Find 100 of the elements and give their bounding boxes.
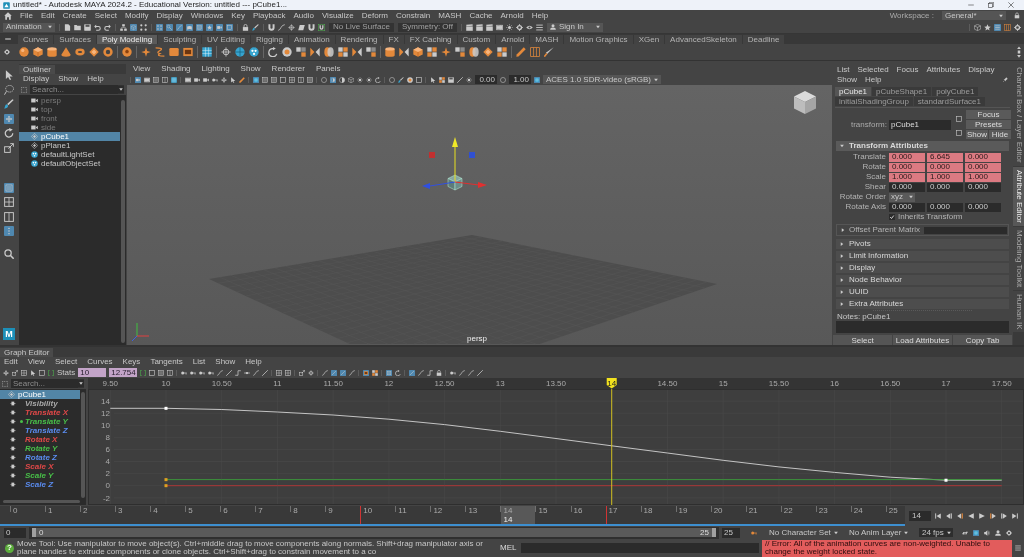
attribute-field[interactable]: 1.000 — [927, 172, 963, 182]
node-name-field[interactable]: pCube1 — [889, 120, 951, 130]
sun-icon[interactable] — [357, 76, 363, 83]
diagonal-line-icon[interactable] — [409, 369, 416, 376]
channel-item[interactable]: Scale Y — [25, 471, 54, 480]
disc-icon[interactable] — [282, 47, 292, 57]
outliner-item[interactable]: pCube1 — [19, 132, 120, 141]
sparkle-icon[interactable] — [441, 47, 451, 57]
menu-item[interactable]: Create — [62, 11, 87, 20]
menu-item[interactable]: Help — [531, 11, 549, 20]
scrollbar[interactable] — [3, 500, 80, 503]
sun-icon[interactable] — [505, 23, 513, 31]
clapperboard-icon[interactable] — [465, 23, 473, 31]
wireframe-cube-icon[interactable] — [348, 76, 354, 83]
channel-item[interactable]: Translate Z — [25, 426, 68, 435]
split-square-icon[interactable] — [366, 47, 376, 57]
channel-item[interactable]: Rotate X — [25, 435, 58, 444]
curve-icon[interactable] — [459, 369, 466, 376]
curve-icon[interactable] — [322, 369, 329, 376]
circular-arrow-icon[interactable] — [4, 128, 14, 138]
checkbox[interactable] — [889, 214, 895, 220]
menu-item[interactable]: List — [837, 65, 850, 74]
move-manipulator[interactable] — [422, 137, 487, 189]
mirror-icon[interactable] — [399, 47, 409, 57]
circle-icon[interactable] — [389, 76, 395, 83]
two-pane-icon[interactable] — [162, 76, 168, 83]
single-pane-icon[interactable] — [158, 369, 165, 376]
section-header[interactable]: Node Behavior — [836, 275, 1009, 285]
half-filled-circle-icon[interactable] — [330, 76, 336, 83]
search-icon[interactable] — [4, 249, 14, 259]
curved-arrow-icon[interactable] — [375, 76, 381, 83]
close-icon[interactable] — [1008, 2, 1014, 8]
panel-button[interactable]: Focus — [966, 110, 1011, 119]
subsection-header[interactable]: Offset Parent Matrix — [836, 224, 1009, 236]
magnet-icon[interactable] — [268, 23, 275, 31]
four-pane-icon[interactable] — [276, 369, 283, 376]
line-dot-icon[interactable] — [244, 369, 251, 376]
cylinder-icon[interactable] — [385, 47, 395, 57]
anim-layer-dropdown[interactable]: No Anim Layer — [846, 528, 910, 537]
panel-button[interactable]: Load Attributes — [893, 335, 952, 345]
lock-icon[interactable] — [436, 369, 443, 376]
channel-item[interactable]: Visibility — [25, 399, 58, 408]
list-icon[interactable] — [994, 23, 1001, 31]
menu-item[interactable]: Cache — [469, 11, 493, 20]
side-tab[interactable]: Attribute Editor — [1013, 166, 1024, 226]
square-icon[interactable] — [226, 23, 233, 31]
dropdown-menu[interactable]: xyz — [889, 192, 915, 202]
wireframe-cube-icon[interactable] — [974, 23, 981, 31]
menu-item[interactable]: Key — [231, 11, 245, 20]
clapperboard-icon[interactable] — [475, 23, 483, 31]
grid-icon[interactable] — [973, 529, 979, 536]
cursor-icon[interactable] — [230, 76, 236, 83]
dots-icon[interactable] — [4, 226, 14, 236]
menu-item[interactable]: Show — [837, 75, 857, 84]
lock-icon[interactable] — [1014, 12, 1020, 19]
node-item[interactable]: pCube1 — [0, 390, 80, 399]
outliner-item[interactable]: front — [19, 114, 120, 123]
single-pane-icon[interactable] — [153, 76, 159, 83]
columns-icon[interactable] — [530, 47, 540, 57]
diamond-icon[interactable] — [483, 47, 493, 57]
shelf-tab[interactable]: Deadline — [742, 35, 785, 44]
viewport-canvas[interactable]: persp — [127, 85, 832, 345]
menu-item[interactable]: Keys — [122, 358, 141, 366]
grid-icon[interactable] — [534, 76, 540, 83]
mirror-icon[interactable] — [310, 47, 320, 57]
attribute-field[interactable]: 0.000 — [965, 202, 1001, 212]
step-back-icon[interactable] — [946, 512, 952, 519]
disc-icon[interactable] — [407, 76, 413, 83]
circle-icon[interactable] — [321, 76, 327, 83]
wireframe-cube-icon[interactable] — [130, 23, 137, 31]
film-icon[interactable] — [144, 76, 150, 83]
menu-item[interactable]: Constrain — [396, 11, 431, 20]
menu-item[interactable]: Arnold — [500, 11, 524, 20]
pencil-icon[interactable] — [516, 47, 526, 57]
resize-icon[interactable] — [299, 369, 306, 376]
view-cube[interactable] — [794, 91, 816, 114]
script-language-button[interactable]: MEL — [498, 544, 519, 552]
previous-key-icon[interactable] — [957, 512, 963, 519]
overlap-icon[interactable] — [324, 47, 334, 57]
columns-icon[interactable] — [1004, 23, 1011, 31]
overlap-icon[interactable] — [469, 47, 479, 57]
panel-icon[interactable] — [183, 47, 193, 57]
cube-icon[interactable] — [413, 47, 423, 57]
two-pane-icon[interactable] — [167, 369, 174, 376]
checker-icon[interactable] — [372, 369, 379, 376]
menu-item[interactable]: Help — [865, 75, 882, 84]
crosshair-icon[interactable] — [221, 47, 231, 57]
circle-icon[interactable] — [500, 76, 506, 83]
node-tab[interactable]: pCubeShape1 — [872, 87, 932, 96]
key-icon[interactable] — [751, 529, 757, 536]
parallelogram-icon[interactable] — [298, 23, 305, 31]
curve-icon[interactable] — [278, 23, 285, 31]
person-icon[interactable] — [995, 529, 1001, 536]
section-header[interactable]: Limit Information — [836, 251, 1009, 261]
start-time-field[interactable]: 0 — [4, 527, 26, 538]
shelf-tab[interactable]: Curves — [18, 35, 54, 44]
menu-item[interactable]: Select — [55, 358, 78, 366]
cursor-icon[interactable] — [430, 76, 436, 83]
sun-icon[interactable] — [466, 76, 472, 83]
attribute-field[interactable]: 6.645 — [927, 152, 963, 162]
